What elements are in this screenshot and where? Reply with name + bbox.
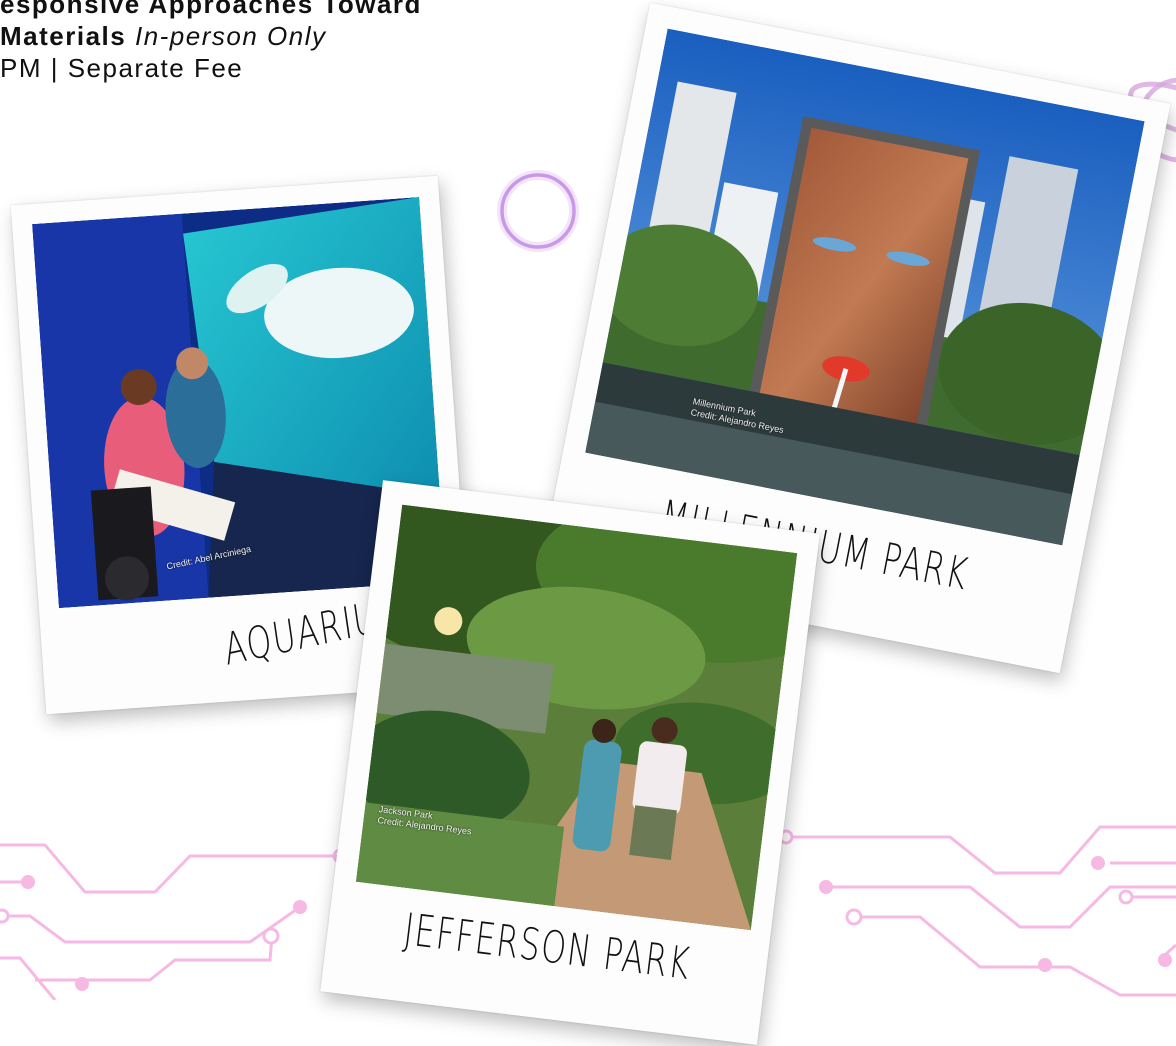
header-text: esponsive Approaches Toward Materials In…: [0, 0, 422, 84]
photo-jackson-park: Jackson Park Credit: Alejandro Reyes: [355, 504, 798, 931]
photo-crown-fountain: Millennium Park Credit: Alejandro Reyes: [585, 28, 1145, 546]
circuit-decoration-left: [0, 843, 348, 1000]
attendance-mode: In-person Only: [134, 21, 327, 51]
session-title-line-1: esponsive Approaches Toward: [0, 0, 422, 19]
circuit-decoration-right: [778, 825, 1176, 997]
polaroid-jefferson-park: Jackson Park Credit: Alejandro Reyes JEF…: [320, 480, 820, 1045]
header-line-2: Materials In-person Only: [0, 20, 422, 52]
time-and-fee: PM | Separate Fee: [0, 53, 244, 83]
header-line-3: PM | Separate Fee: [0, 52, 422, 84]
header-line-1: esponsive Approaches Toward: [0, 0, 422, 20]
session-title-line-2: Materials: [0, 21, 127, 51]
glow-ring-icon: [497, 170, 579, 252]
